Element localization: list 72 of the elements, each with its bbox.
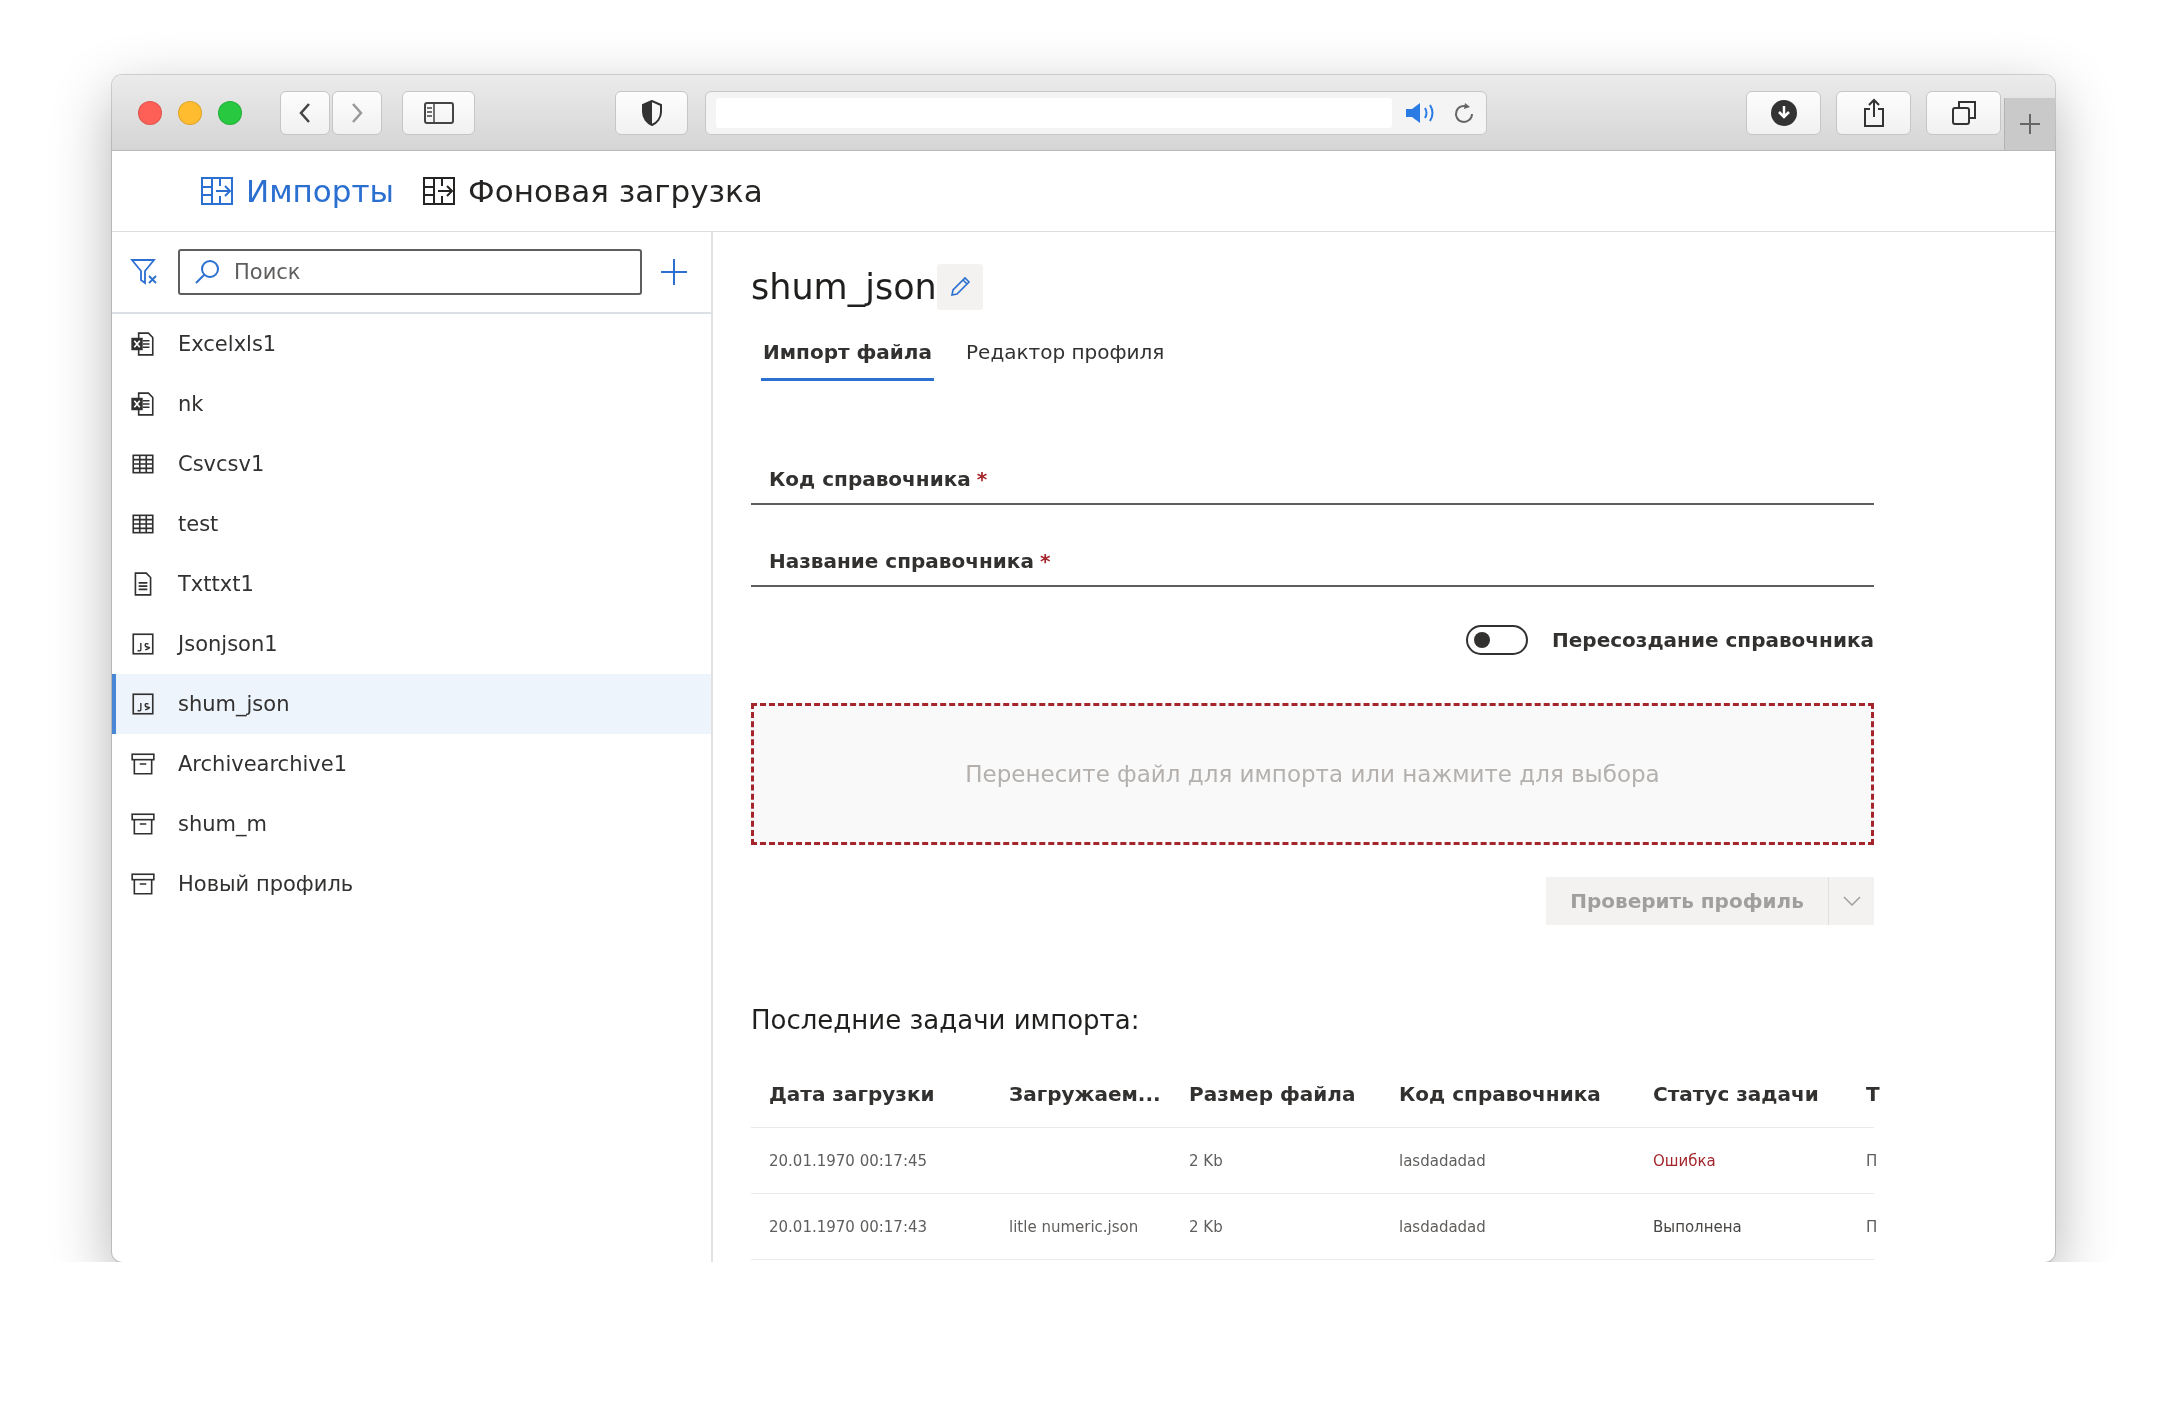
profile-title: shum_json (751, 267, 937, 307)
back-button[interactable] (280, 90, 330, 135)
plus-icon (2019, 113, 2041, 135)
input-field[interactable]: Название справочника * (751, 549, 1874, 587)
chevron-right-icon (350, 101, 364, 124)
sidebar-item[interactable]: Jsonjson1 (112, 614, 711, 674)
archive-icon (130, 811, 156, 837)
column-header[interactable]: Статус задачи (1653, 1082, 1866, 1106)
close-button[interactable] (138, 100, 162, 125)
toggle-switch[interactable] (1466, 625, 1529, 655)
column-header[interactable]: Размер файла (1189, 1082, 1399, 1106)
share-button[interactable] (1836, 90, 1911, 135)
section-heading: Последние задачи импорта: (751, 1005, 1141, 1035)
shield-button[interactable] (615, 90, 688, 135)
js-file-icon (130, 631, 156, 657)
field-label: Код справочника (769, 467, 971, 491)
js-file-icon (130, 691, 156, 717)
edit-button[interactable] (936, 264, 983, 310)
chevron-left-icon (298, 101, 312, 124)
table-cell-text: lasdadadad (1399, 1217, 1487, 1236)
new-tab-button[interactable] (2004, 98, 2055, 150)
input-field[interactable]: Код справочника * (751, 467, 1874, 505)
column-header[interactable]: Загружаем... (1009, 1082, 1189, 1106)
sidebar-button[interactable] (402, 90, 475, 135)
spreadsheet-file-icon (130, 391, 156, 417)
shield-icon (640, 99, 663, 126)
table-cell-text: П (1866, 1151, 1879, 1170)
table-cell-text: litle numeric.json (1009, 1217, 1140, 1236)
sidebar-item[interactable]: nk (112, 374, 711, 434)
sidebar-item[interactable]: Csvcsv1 (112, 434, 711, 494)
sidebar-item[interactable]: Excelxls1 (112, 314, 711, 374)
chevron-down-icon (1842, 896, 1861, 906)
required-mark: * (976, 467, 988, 491)
column-header[interactable]: Дата загрузки (769, 1082, 1009, 1106)
archive-icon (130, 871, 156, 897)
sidebar-item[interactable]: test (112, 494, 711, 554)
table-cell-text: lasdadadad (1399, 1151, 1487, 1170)
table-import-icon (422, 176, 457, 206)
header-tab[interactable]: Фоновая загрузка (422, 173, 763, 209)
table-cell-text: П (1866, 1217, 1879, 1236)
sidebar-icon (423, 101, 454, 124)
clear-filter-icon[interactable] (130, 258, 160, 286)
tab[interactable]: Редактор профиля (964, 332, 1167, 381)
required-mark: * (1039, 549, 1051, 573)
download-button[interactable] (1746, 90, 1821, 135)
status-cell-text: Ошибка (1653, 1151, 1717, 1170)
sidebar-item[interactable]: shum_json (112, 674, 711, 734)
tabs-button[interactable] (1926, 90, 2001, 135)
table-cell-text: 2 Kb (1189, 1217, 1224, 1236)
archive-icon (130, 751, 156, 777)
column-header[interactable]: Код справочника (1399, 1082, 1653, 1106)
toggle-label: Пересоздание справочника (1552, 628, 1874, 652)
tabs-icon (1950, 99, 1977, 126)
spreadsheet-file-icon (130, 331, 156, 357)
search-field[interactable]: Поиск (178, 249, 642, 295)
tab[interactable]: Импорт файла (761, 332, 934, 381)
sidebar-item[interactable]: Archivearchive1 (112, 734, 711, 794)
sidebar-item[interactable]: Новый профиль (112, 854, 711, 914)
field-label: Название справочника (769, 549, 1034, 573)
table-cell-text: 20.01.1970 00:17:45 (769, 1151, 929, 1170)
table-cell-text: 20.01.1970 00:17:43 (769, 1217, 929, 1236)
header-tab[interactable]: Импорты (200, 173, 395, 209)
search-icon (194, 259, 220, 285)
sidebar-item[interactable]: Txttxt1 (112, 554, 711, 614)
download-icon (1769, 98, 1798, 127)
sidebar-item[interactable]: shum_m (112, 794, 711, 854)
table-import-icon (200, 176, 234, 206)
status-cell-text: Выполнена (1653, 1217, 1743, 1236)
share-icon (1861, 97, 1886, 128)
add-icon[interactable] (660, 258, 688, 286)
column-header[interactable]: Т (1866, 1082, 1896, 1106)
table-cell-text: 2 Kb (1189, 1151, 1224, 1170)
